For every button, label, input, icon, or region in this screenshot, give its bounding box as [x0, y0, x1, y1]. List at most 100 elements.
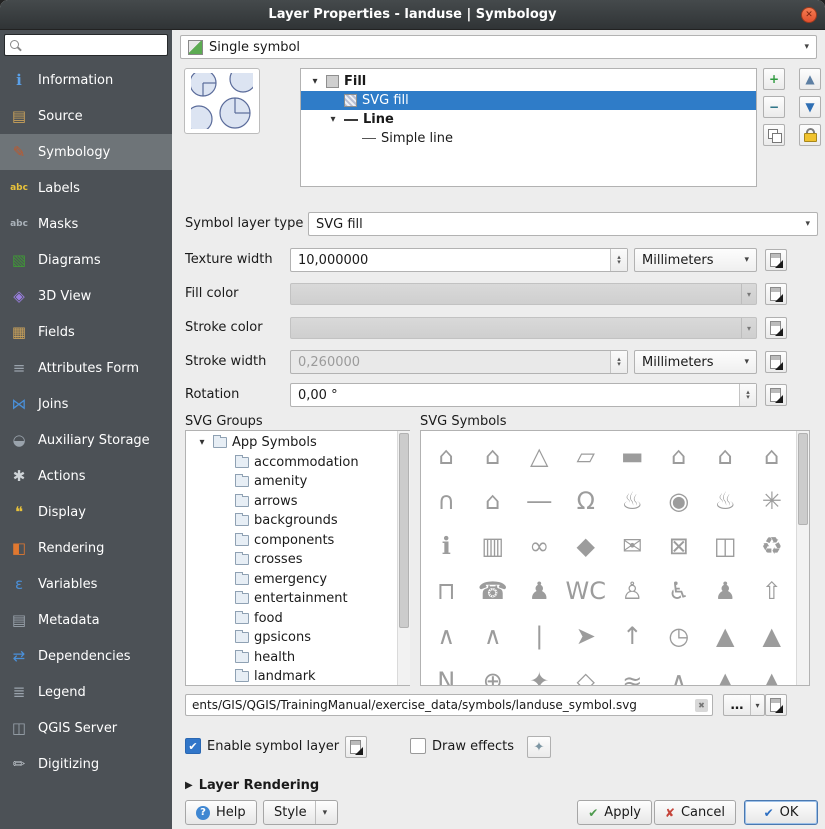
svg-group-item[interactable]: landmark [186, 667, 409, 686]
tree-expander-icon[interactable]: ▾ [309, 76, 321, 87]
sidebar-item[interactable]: ◫ QGIS Server [0, 710, 172, 746]
titlebar[interactable]: Layer Properties - landuse | Symbology ✕ [0, 0, 825, 30]
symbol-tree-row[interactable]: SVG fill [301, 91, 756, 110]
svg-symbol[interactable]: ♙ [609, 568, 656, 613]
svg-symbol[interactable]: ▬ [609, 433, 656, 478]
move-up-button[interactable]: ▲ [799, 68, 821, 90]
sidebar-item[interactable]: ◈ 3D View [0, 278, 172, 314]
sidebar-item[interactable]: ▦ Fields [0, 314, 172, 350]
remove-symbol-layer-button[interactable]: − [763, 96, 785, 118]
svg-symbol[interactable]: ♻ [749, 523, 796, 568]
sidebar-item[interactable]: ◒ Auxiliary Storage [0, 422, 172, 458]
browse-button[interactable]: … ▾ [723, 694, 765, 716]
svg-symbol[interactable]: ▲ [749, 658, 796, 686]
svg-symbol[interactable]: ☎ [470, 568, 517, 613]
svg-symbol[interactable]: ◷ [656, 613, 703, 658]
svg-group-item[interactable]: amenity [186, 472, 409, 492]
rotation-override-button[interactable] [765, 384, 787, 406]
svg-symbol[interactable]: ⇧ [749, 568, 796, 613]
search-input[interactable] [25, 38, 163, 52]
svg-group-item[interactable]: accommodation [186, 453, 409, 473]
stroke-color-button[interactable]: ▾ [290, 317, 757, 339]
rotation-spinner[interactable]: ▴▾ [739, 384, 756, 406]
layer-rendering-section[interactable]: ▶ Layer Rendering [185, 778, 319, 793]
svg-symbol[interactable]: ♿ [656, 568, 703, 613]
apply-button[interactable]: ✔ Apply [577, 800, 652, 825]
svg-symbol[interactable]: Ω [563, 478, 610, 523]
draw-effects-checkbox[interactable]: Draw effects [410, 738, 514, 754]
svg-path-override-button[interactable] [765, 694, 787, 716]
move-down-button[interactable]: ▼ [799, 96, 821, 118]
svg-symbol[interactable]: ◉ [656, 478, 703, 523]
clear-icon[interactable]: ✖ [695, 699, 708, 712]
sidebar-item[interactable]: ▤ Source [0, 98, 172, 134]
svg-group-item[interactable]: crosses [186, 550, 409, 570]
svg-group-item[interactable]: emergency [186, 570, 409, 590]
ok-button[interactable]: ✔ OK [744, 800, 818, 825]
symbol-tree-row[interactable]: Simple line [301, 129, 756, 148]
svg-symbol[interactable]: ⌂ [702, 433, 749, 478]
sidebar-item[interactable]: ≣ Legend [0, 674, 172, 710]
sidebar-item[interactable]: ✏ Digitizing [0, 746, 172, 782]
symbol-tree-row[interactable]: ▾ Line [301, 110, 756, 129]
style-button[interactable]: Style ▾ [263, 800, 338, 825]
svg-symbol[interactable]: ⊠ [656, 523, 703, 568]
svg-symbol[interactable]: | [516, 613, 563, 658]
scrollbar-thumb[interactable] [399, 433, 409, 628]
collapsed-arrow-icon[interactable]: ▶ [185, 780, 193, 791]
svg-symbol[interactable]: △ [516, 433, 563, 478]
sidebar-item[interactable]: ✱ Actions [0, 458, 172, 494]
svg-symbol[interactable]: ♨ [702, 478, 749, 523]
rotation-input[interactable]: 0,00 ° ▴▾ [290, 383, 757, 407]
svg-group-item[interactable]: gpsicons [186, 628, 409, 648]
texture-width-unit-combo[interactable]: Millimeters ▾ [634, 248, 757, 272]
svg-group-item[interactable]: components [186, 531, 409, 551]
sidebar-item[interactable]: ≡ Attributes Form [0, 350, 172, 386]
svg-symbol[interactable]: ▥ [470, 523, 517, 568]
texture-width-override-button[interactable] [765, 249, 787, 271]
svg-group-item[interactable]: backgrounds [186, 511, 409, 531]
tree-expander-icon[interactable]: ▾ [327, 114, 339, 125]
svg-symbol[interactable]: ― [516, 478, 563, 523]
svg-group-item[interactable]: arrows [186, 492, 409, 512]
svg-symbol[interactable]: ↑ [609, 613, 656, 658]
sidebar-item[interactable]: abc Masks [0, 206, 172, 242]
svg-symbol[interactable]: ⊓ [423, 568, 470, 613]
texture-width-input[interactable]: 10,000000 ▴▾ [290, 248, 628, 272]
sidebar-item[interactable]: ℹ Information [0, 62, 172, 98]
scrollbar-thumb[interactable] [798, 433, 808, 525]
svg-symbol[interactable]: ♟ [516, 568, 563, 613]
svg-symbol[interactable]: ▲ [749, 613, 796, 658]
svg-symbol[interactable]: ♟ [702, 568, 749, 613]
sidebar-item[interactable]: ❝ Display [0, 494, 172, 530]
svg-symbol[interactable]: ⌂ [470, 433, 517, 478]
sidebar-item[interactable]: ⋈ Joins [0, 386, 172, 422]
svg-symbol[interactable]: ≈ [609, 658, 656, 686]
sidebar-search[interactable] [4, 34, 168, 56]
svg-symbol[interactable]: ✦ [516, 658, 563, 686]
renderer-combo[interactable]: Single symbol ▾ [180, 35, 817, 59]
svg-symbol[interactable]: ∧ [656, 658, 703, 686]
duplicate-symbol-layer-button[interactable] [763, 124, 785, 146]
svg-symbol[interactable]: ♨ [609, 478, 656, 523]
svg-symbol[interactable]: ◆ [563, 523, 610, 568]
svg-symbol[interactable]: ◫ [702, 523, 749, 568]
sidebar-item[interactable]: ✎ Symbology [0, 134, 172, 170]
symbol-layer-type-combo[interactable]: SVG fill ▾ [308, 212, 818, 236]
sidebar-item[interactable]: ⇄ Dependencies [0, 638, 172, 674]
fill-color-button[interactable]: ▾ [290, 283, 757, 305]
svg-symbol[interactable]: ✉ [609, 523, 656, 568]
svg-symbol[interactable]: WC [563, 568, 610, 613]
add-symbol-layer-button[interactable]: + [763, 68, 785, 90]
svg-symbol[interactable]: ∞ [516, 523, 563, 568]
stroke-width-unit-combo[interactable]: Millimeters ▾ [634, 350, 757, 374]
texture-width-spinner[interactable]: ▴▾ [610, 249, 627, 271]
svg-groups-scrollbar[interactable] [397, 431, 410, 685]
svg-symbol[interactable]: ∧ [423, 613, 470, 658]
stroke-width-override-button[interactable] [765, 351, 787, 373]
svg-symbol[interactable]: ◇ [563, 658, 610, 686]
svg-symbol[interactable]: ▲ [702, 658, 749, 686]
svg-group-item[interactable]: food [186, 609, 409, 629]
svg-group-item[interactable]: ▾ App Symbols [186, 433, 409, 453]
svg-path-input[interactable]: ents/GIS/QGIS/TrainingManual/exercise_da… [185, 694, 713, 716]
